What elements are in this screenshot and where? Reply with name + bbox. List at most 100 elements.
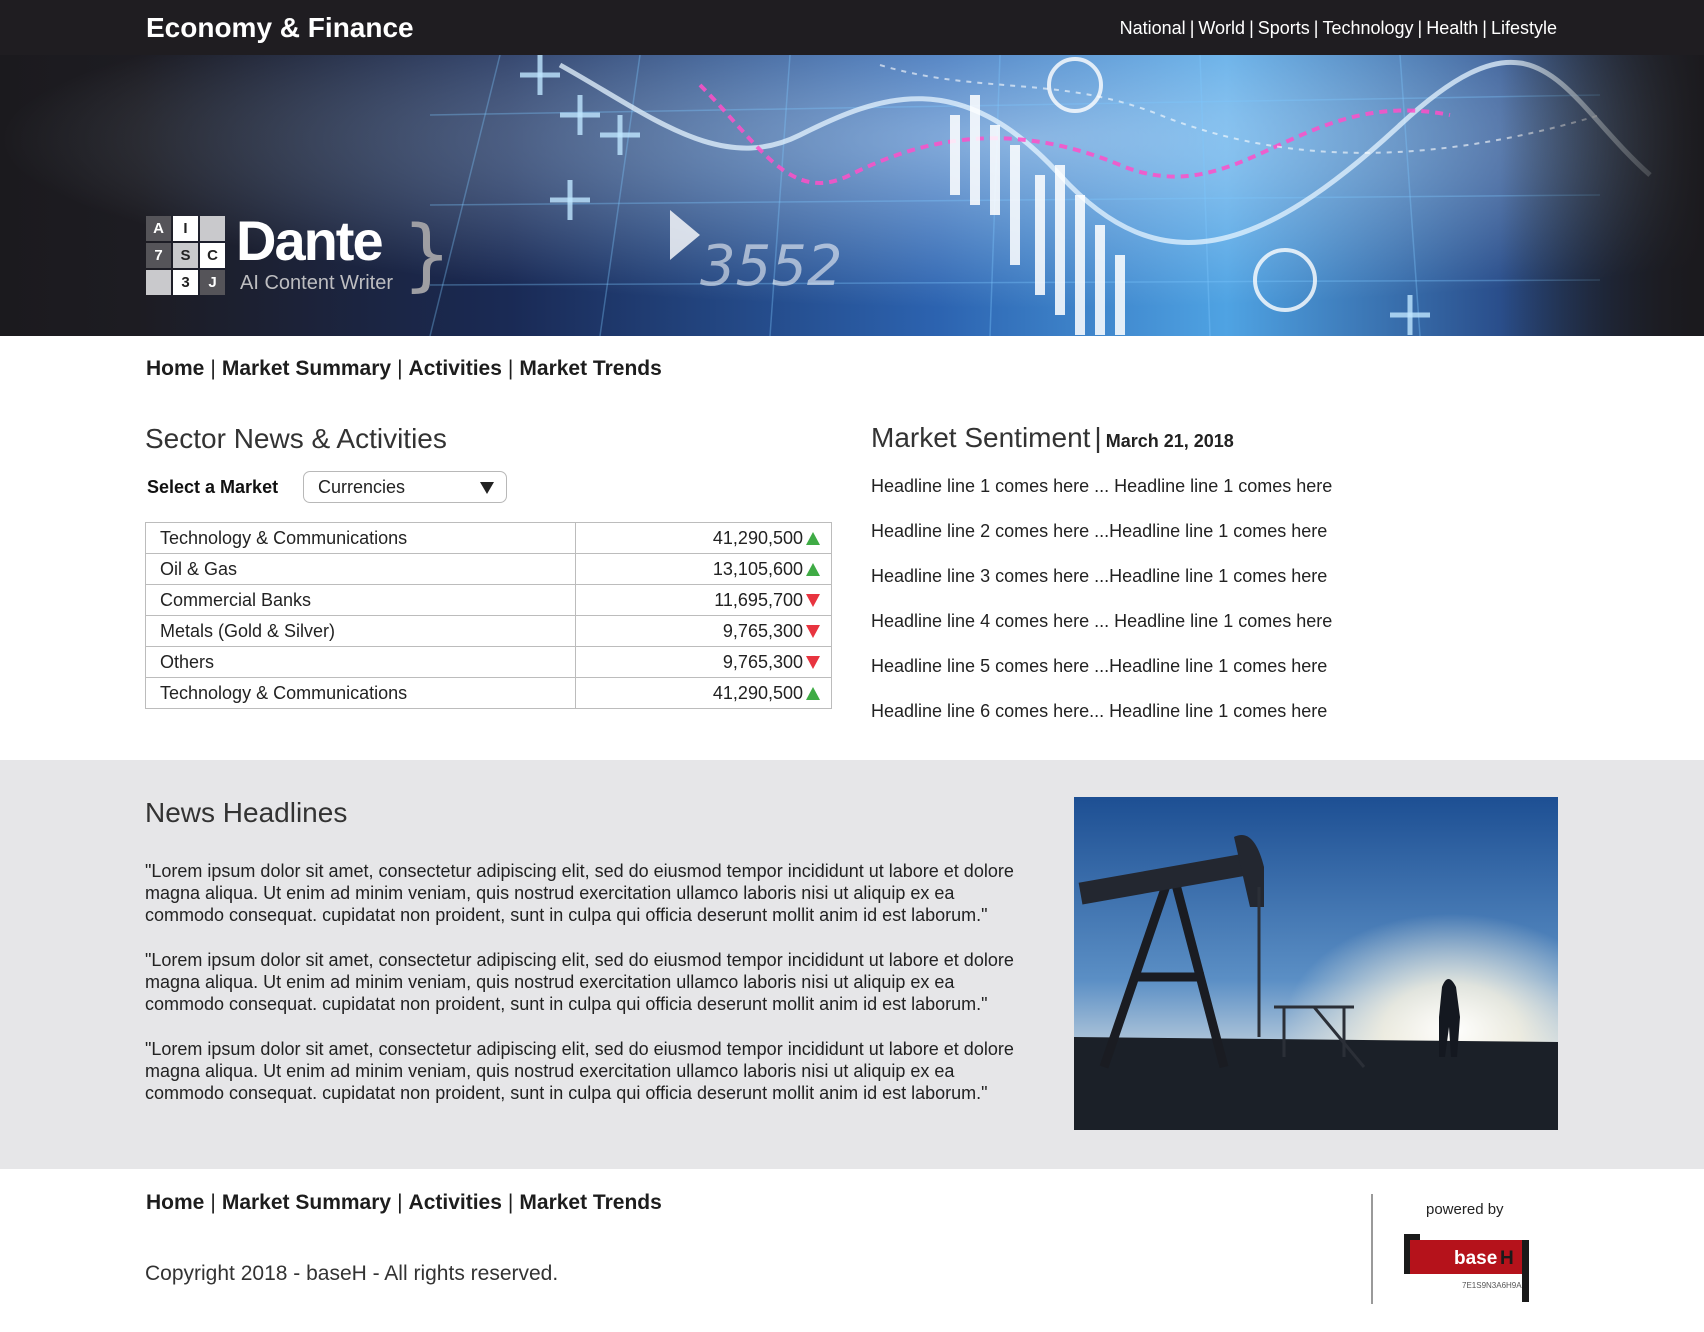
nav-separator: | <box>507 1191 514 1214</box>
sentiment-header: Market Sentiment | March 21, 2018 <box>871 422 1234 454</box>
copyright-text: Copyright 2018 - baseH - All rights rese… <box>145 1262 559 1285</box>
table-row[interactable]: Others 9,765,300 <box>145 646 832 678</box>
nav-separator: | <box>1313 18 1319 38</box>
sentiment-headlines: Headline line 1 comes here ... Headline … <box>871 476 1332 746</box>
news-paragraph: "Lorem ipsum dolor sit amet, consectetur… <box>145 1039 1014 1103</box>
logo-cell: C <box>200 243 225 268</box>
logo-cell: 3 <box>173 270 198 295</box>
sector-value-cell: 13,105,600 <box>575 553 832 585</box>
nav-separator: | <box>1417 18 1423 38</box>
headline-link[interactable]: Headline line 1 comes here ... Headline … <box>871 476 1332 521</box>
footer-nav-market-summary[interactable]: Market Summary <box>222 1191 391 1214</box>
brand-accent: H <box>1500 1248 1514 1269</box>
top-nav-sports[interactable]: Sports <box>1258 18 1310 38</box>
nav-activities[interactable]: Activities <box>409 357 502 380</box>
logo-name: Dante <box>236 209 384 272</box>
logo-cell: 7 <box>146 243 171 268</box>
sector-value: 41,290,500 <box>712 682 803 703</box>
trend-down-icon <box>806 656 820 669</box>
nav-separator: | <box>397 1191 403 1214</box>
title-separator: | <box>1094 422 1102 453</box>
sector-table: Technology & Communications 41,290,500 O… <box>145 522 832 709</box>
news-body: "Lorem ipsum dolor sit amet, consectetur… <box>145 860 1025 1127</box>
news-paragraph: "Lorem ipsum dolor sit amet, consectetur… <box>145 861 1014 925</box>
trend-down-icon <box>806 625 820 638</box>
footer-nav: Home | Market Summary | Activities | Market Tr… <box>146 1191 662 1215</box>
table-row[interactable]: Commercial Banks 11,695,700 <box>145 584 832 616</box>
sentiment-title: Market Sentiment <box>871 422 1091 453</box>
main-nav: Home | Market Summary | Activities | Market Tr… <box>146 357 662 381</box>
logo-cell: A <box>146 216 171 241</box>
trend-down-icon <box>806 594 820 607</box>
sector-value-cell: 9,765,300 <box>575 646 832 678</box>
trend-up-icon <box>806 563 820 576</box>
news-title: News Headlines <box>145 797 348 828</box>
brand-name: base <box>1454 1248 1497 1269</box>
nav-market-summary[interactable]: Market Summary <box>222 357 391 380</box>
footer-nav-home[interactable]: Home <box>146 1191 204 1214</box>
nav-separator: | <box>1249 18 1254 38</box>
sector-value-cell: 41,290,500 <box>575 677 832 709</box>
oil-pump-photo-illustration <box>1074 797 1558 1130</box>
trend-up-icon <box>806 687 820 700</box>
sector-value-cell: 11,695,700 <box>575 584 832 616</box>
sector-name: Technology & Communications <box>145 677 576 709</box>
logo-cell <box>146 270 171 295</box>
logo-cell: S <box>173 243 198 268</box>
headline-link[interactable]: Headline line 6 comes here... Headline l… <box>871 701 1332 746</box>
footer-divider <box>1371 1194 1373 1304</box>
oil-pump-photo <box>1074 797 1558 1130</box>
select-market-label: Select a Market <box>147 477 279 497</box>
sector-value-cell: 9,765,300 <box>575 615 832 647</box>
dropdown-arrow-icon <box>480 482 494 494</box>
top-nav-world[interactable]: World <box>1198 18 1245 38</box>
sector-value: 41,290,500 <box>712 527 803 548</box>
sector-name: Oil & Gas <box>145 553 576 585</box>
headline-link[interactable]: Headline line 4 comes here ... Headline … <box>871 611 1332 656</box>
top-nav-technology[interactable]: Technology <box>1322 18 1413 38</box>
top-nav-national[interactable]: National <box>1120 18 1186 38</box>
top-nav-lifestyle[interactable]: Lifestyle <box>1491 18 1557 38</box>
sector-value: 11,695,700 <box>714 589 803 610</box>
nav-separator: | <box>1189 18 1195 38</box>
headline-link[interactable]: Headline line 2 comes here ...Headline l… <box>871 521 1332 566</box>
sector-value: 13,105,600 <box>712 558 803 579</box>
table-row[interactable]: Technology & Communications 41,290,500 <box>145 522 832 554</box>
nav-separator: | <box>210 357 216 380</box>
logo-cell: J <box>200 270 225 295</box>
table-row[interactable]: Metals (Gold & Silver) 9,765,300 <box>145 615 832 647</box>
top-nav-health[interactable]: Health <box>1426 18 1478 38</box>
news-paragraph: "Lorem ipsum dolor sit amet, consectetur… <box>145 950 1014 1014</box>
baseh-logo-mark: base H 7E1S9N3A6H9A <box>1404 1234 1529 1302</box>
dante-logo: A I 7 S C 3 J Dante AI Content Writer } <box>146 209 452 300</box>
table-row[interactable]: Technology & Communications 41,290,500 <box>145 677 832 709</box>
sector-name: Commercial Banks <box>145 584 576 616</box>
market-select-value: Currencies <box>318 477 406 497</box>
top-nav: National | World | Sports | Technology | Health |… <box>1120 18 1557 39</box>
sector-name: Others <box>145 646 576 678</box>
brand-code: 7E1S9N3A6H9A <box>1462 1281 1522 1290</box>
nav-separator: | <box>397 357 403 380</box>
headline-link[interactable]: Headline line 3 comes here ...Headline l… <box>871 566 1332 611</box>
logo-subtitle: AI Content Writer <box>240 272 394 294</box>
baseh-logo[interactable]: base H 7E1S9N3A6H9A <box>1404 1226 1529 1302</box>
sector-name: Technology & Communications <box>145 522 576 554</box>
logo-brace: } <box>402 210 452 300</box>
footer-nav-activities[interactable]: Activities <box>409 1191 502 1214</box>
nav-market-trends[interactable]: Market Trends <box>519 357 661 380</box>
logo-cell: I <box>173 216 198 241</box>
powered-by-label: powered by <box>1426 1201 1504 1218</box>
headline-link[interactable]: Headline line 5 comes here ...Headline l… <box>871 656 1332 701</box>
market-select[interactable]: Currencies <box>303 471 507 503</box>
sector-title: Sector News & Activities <box>145 423 447 454</box>
sector-name: Metals (Gold & Silver) <box>145 615 576 647</box>
table-row[interactable]: Oil & Gas 13,105,600 <box>145 553 832 585</box>
nav-home[interactable]: Home <box>146 357 204 380</box>
logo-cell <box>200 216 225 241</box>
sector-value: 9,765,300 <box>722 651 803 672</box>
trend-up-icon <box>806 532 820 545</box>
nav-separator: | <box>210 1191 216 1214</box>
ticker-number: 3552 <box>700 234 843 299</box>
footer-nav-market-trends[interactable]: Market Trends <box>519 1191 661 1214</box>
nav-separator: | <box>1482 18 1487 38</box>
